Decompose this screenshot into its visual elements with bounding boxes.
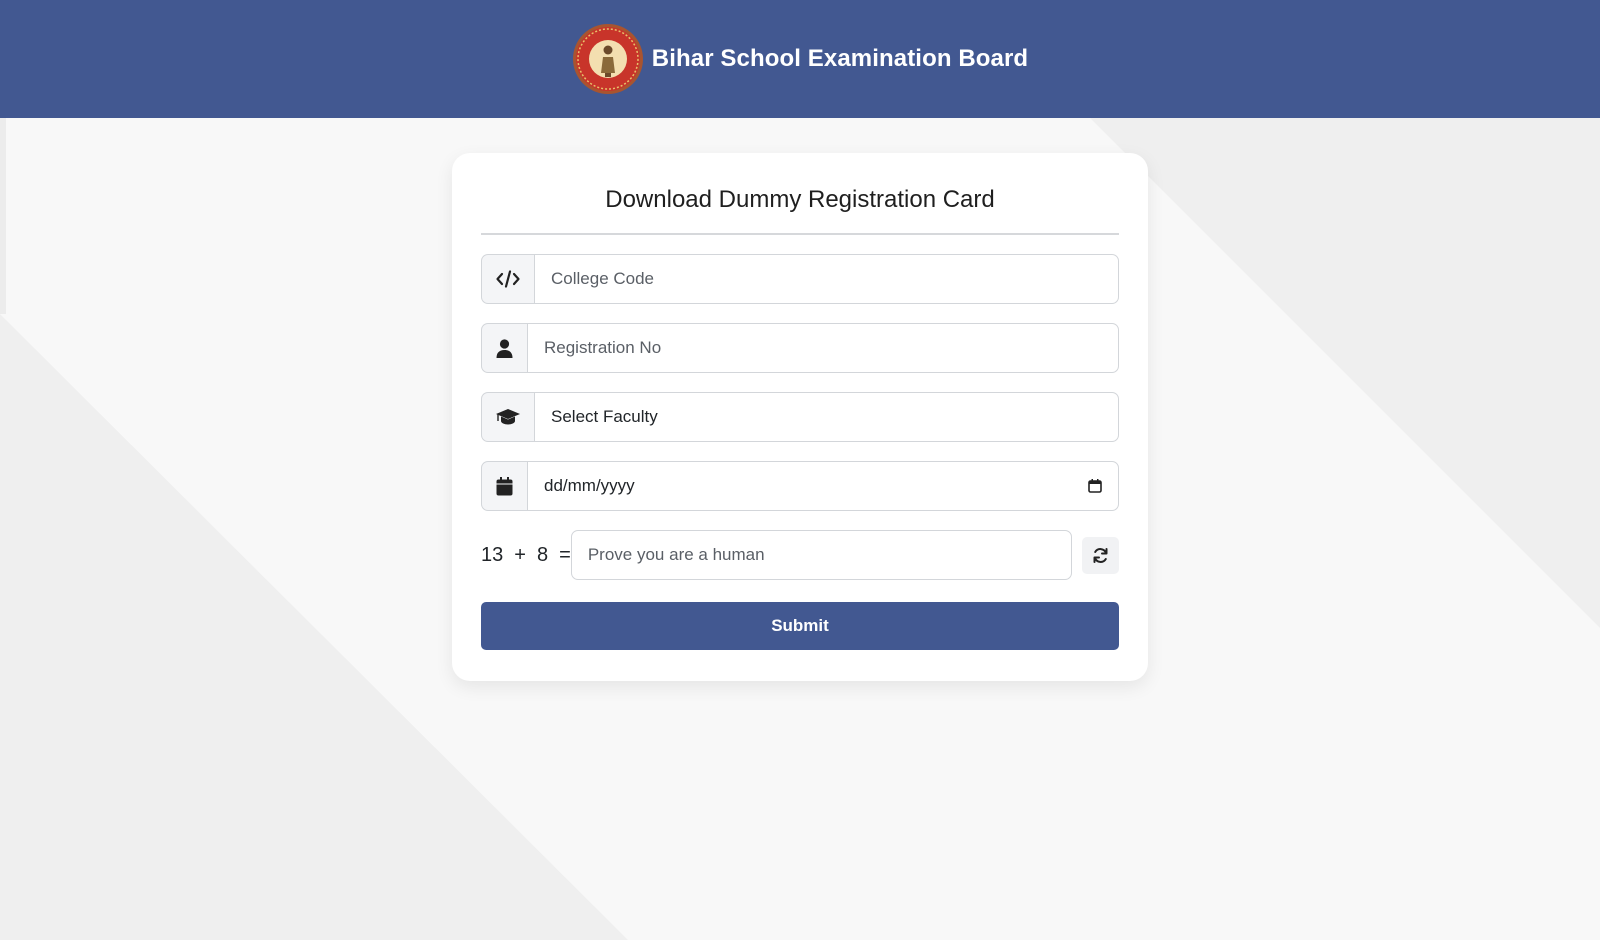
site-header: Bihar School Examination Board (0, 0, 1600, 118)
graduation-cap-icon (496, 409, 520, 425)
captcha-operand-a: 13 (481, 543, 504, 566)
registration-no-input[interactable] (527, 323, 1119, 373)
refresh-icon (1093, 547, 1108, 563)
faculty-addon (481, 392, 534, 442)
faculty-row: Select Faculty (481, 392, 1119, 442)
captcha-answer-input[interactable] (570, 530, 1073, 580)
dob-addon (481, 461, 527, 511)
college-code-addon (481, 254, 534, 304)
site-title: Bihar School Examination Board (651, 45, 1029, 72)
dob-row: dd/mm/yyyy (481, 461, 1119, 511)
college-code-row (481, 254, 1119, 304)
faculty-selected-value: Select Faculty (551, 407, 658, 426)
captcha-operand-b: 8 (537, 543, 549, 566)
user-icon (496, 338, 513, 358)
registration-card-form: Download Dummy Registration Card College… (452, 153, 1148, 681)
captcha-row: 13 + 8 = (481, 530, 1119, 580)
captcha-equals: = (559, 543, 571, 566)
bseb-seal-logo (572, 24, 643, 94)
code-icon (496, 270, 520, 288)
date-picker-icon[interactable] (1088, 479, 1102, 493)
dob-placeholder: dd/mm/yyyy (544, 476, 635, 495)
submit-button[interactable]: Submit (481, 602, 1119, 650)
registration-no-addon (481, 323, 527, 373)
captcha-operator: + (514, 543, 526, 566)
captcha-refresh-button[interactable] (1082, 536, 1119, 574)
dob-date-input[interactable]: dd/mm/yyyy (527, 461, 1119, 511)
faculty-select[interactable]: Select Faculty (534, 392, 1119, 442)
college-code-input[interactable] (534, 254, 1119, 304)
form-title: Download Dummy Registration Card (605, 186, 995, 213)
calendar-icon (496, 476, 513, 495)
captcha-question: 13 + 8 = (481, 544, 571, 567)
title-divider (481, 233, 1119, 235)
registration-no-row (481, 323, 1119, 373)
